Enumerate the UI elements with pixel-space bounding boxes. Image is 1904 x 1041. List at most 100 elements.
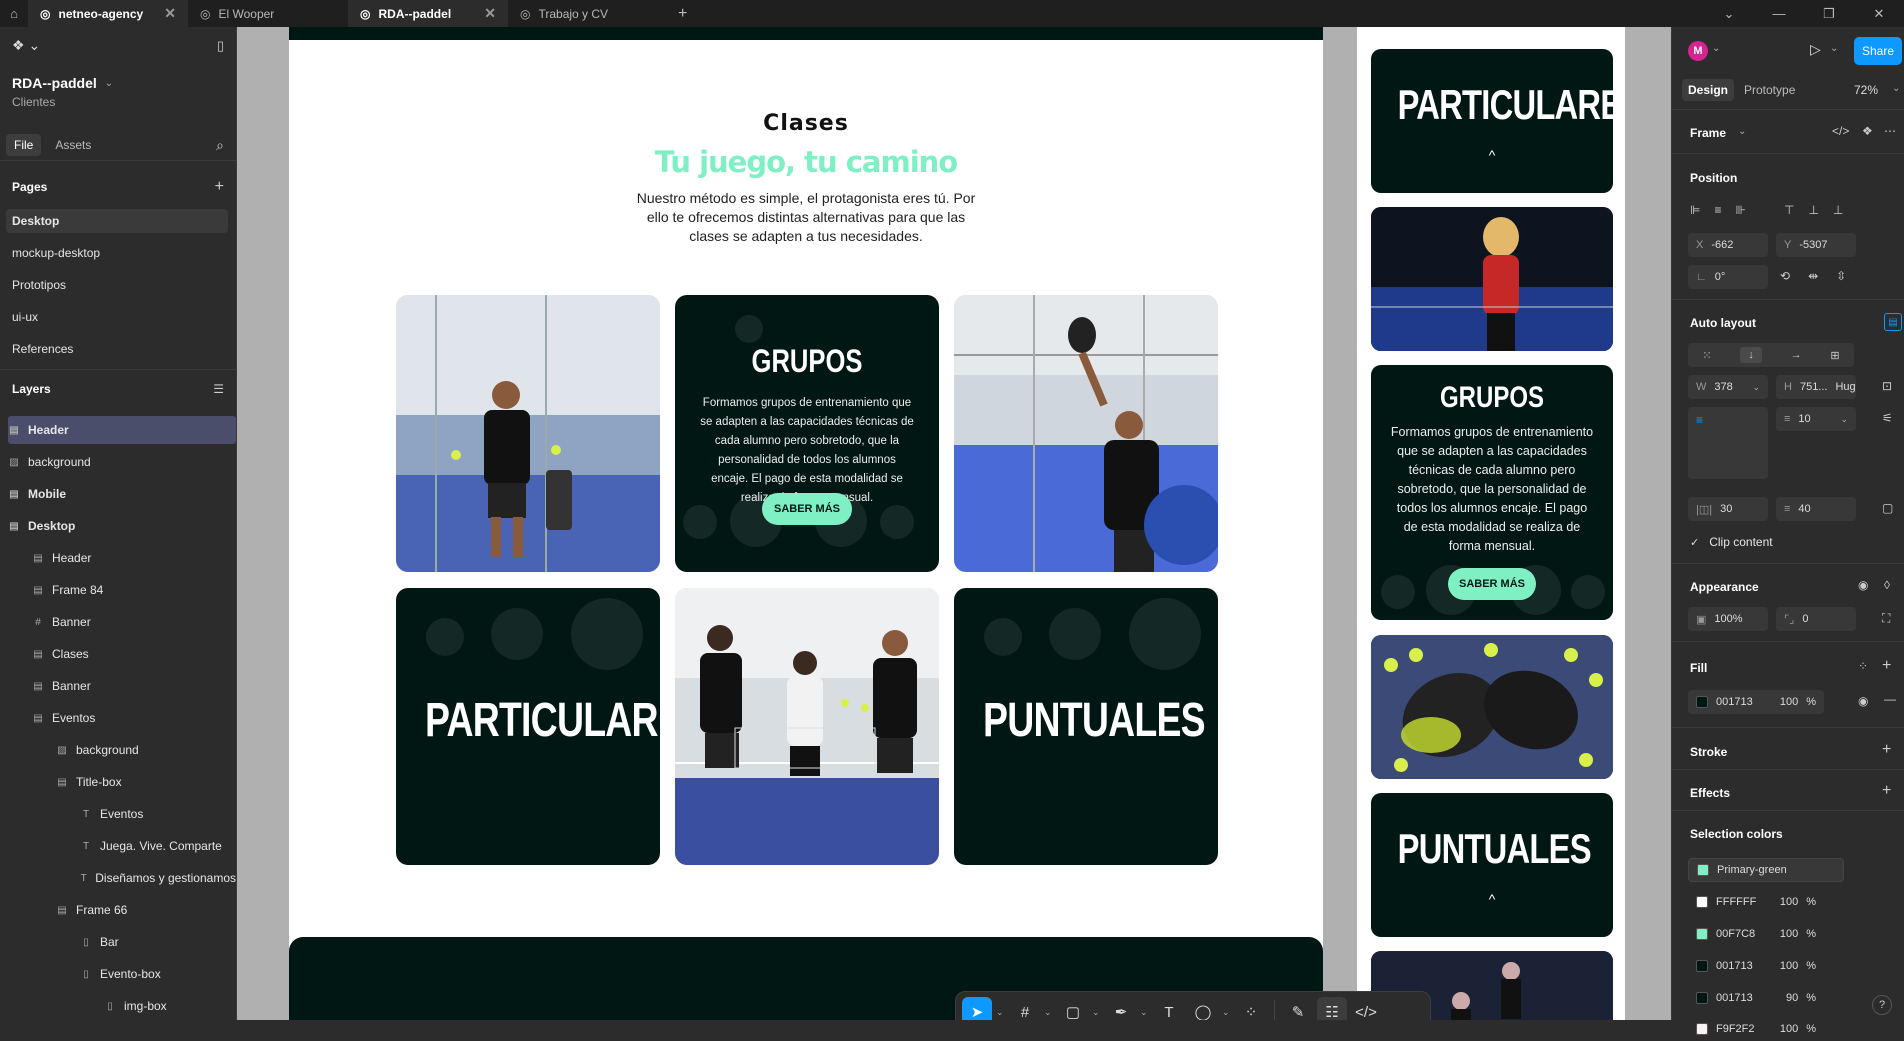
grid-layout-icon[interactable]: ⊞ bbox=[1830, 349, 1839, 362]
add-page-icon[interactable]: + bbox=[215, 178, 224, 196]
mobile-card-grupos[interactable]: GRUPOS Formamos grupos de entrenamiento … bbox=[1371, 365, 1613, 620]
main-menu[interactable]: ❖ ⌄ ▯ bbox=[12, 37, 224, 54]
layer-evento-box[interactable]: ▯ Evento-box bbox=[80, 960, 236, 988]
share-button[interactable]: Share bbox=[1854, 37, 1902, 65]
zoom-level[interactable]: 72% bbox=[1854, 83, 1878, 97]
collapse-layers-icon[interactable]: ☰ bbox=[213, 382, 224, 396]
horizontal-padding-field[interactable]: |◫| 30 bbox=[1688, 497, 1768, 521]
chevron-down-icon[interactable]: ⌄ bbox=[1830, 43, 1838, 54]
minimize-icon[interactable]: — bbox=[1754, 6, 1804, 22]
chevron-down-icon[interactable]: ⌄ bbox=[105, 78, 113, 89]
layer-frame-84[interactable]: ▤ Frame 84 bbox=[32, 576, 236, 604]
layer-disenamos-text[interactable]: T Diseñamos y gestionamos bbox=[80, 864, 236, 892]
comment-tool-icon[interactable]: ◯ bbox=[1188, 997, 1218, 1020]
layer-frame-66[interactable]: ▤ Frame 66 bbox=[56, 896, 236, 924]
rotation-field[interactable]: ∟ 0° bbox=[1688, 265, 1768, 289]
color-swatch[interactable] bbox=[1696, 896, 1708, 908]
selection-color-001713[interactable]: 001713 100 % bbox=[1688, 954, 1824, 978]
saber-mas-button[interactable]: SABER MÁS bbox=[762, 493, 852, 525]
components-tool-icon[interactable]: ⁘ bbox=[1236, 997, 1266, 1020]
tab-rda-paddel[interactable]: ◎ RDA--paddel ✕ bbox=[348, 0, 508, 27]
new-tab-icon[interactable]: + bbox=[668, 5, 697, 23]
code-icon[interactable]: </> bbox=[1832, 124, 1849, 138]
chevron-down-icon[interactable]: ⌄ bbox=[1840, 414, 1848, 425]
corner-radius-field[interactable]: ⌜⌟ 0 bbox=[1776, 607, 1856, 631]
color-swatch[interactable] bbox=[1697, 864, 1709, 876]
rotate-90-icon[interactable]: ⟲ bbox=[1780, 269, 1790, 283]
chevron-down-icon[interactable]: ⌄ bbox=[1704, 6, 1754, 22]
color-swatch[interactable] bbox=[1696, 928, 1708, 940]
frame-label[interactable]: Frame bbox=[1690, 126, 1726, 140]
toggle-sidebar-icon[interactable]: ▯ bbox=[217, 38, 224, 54]
vertical-layout-icon[interactable]: ↓ bbox=[1740, 347, 1762, 363]
layer-header[interactable]: ▤ Header bbox=[8, 416, 236, 444]
text-tool-icon[interactable]: T bbox=[1154, 997, 1184, 1021]
layer-img-box[interactable]: ▯ img-box bbox=[104, 992, 236, 1020]
selection-color-primary-green[interactable]: Primary-green bbox=[1688, 858, 1844, 882]
chevron-down-icon[interactable]: ⌄ bbox=[1044, 1007, 1054, 1018]
selection-color-ffffff[interactable]: FFFFFF 100 % bbox=[1688, 890, 1824, 914]
chevron-down-icon[interactable]: ⌄ bbox=[1712, 43, 1720, 54]
more-icon[interactable]: ⋯ bbox=[1884, 124, 1896, 138]
frame-tool-icon[interactable]: # bbox=[1010, 997, 1040, 1021]
page-ui-ux[interactable]: ui-ux bbox=[6, 305, 228, 329]
close-icon[interactable]: ✕ bbox=[484, 5, 496, 22]
tab-assets[interactable]: Assets bbox=[47, 134, 99, 156]
layer-header-child[interactable]: ▤ Header bbox=[32, 544, 236, 572]
help-icon[interactable]: ? bbox=[1872, 995, 1892, 1015]
opacity-field[interactable]: ▣ 100% bbox=[1688, 607, 1768, 631]
layer-title-box[interactable]: ▤ Title-box bbox=[56, 768, 236, 796]
tab-design[interactable]: Design bbox=[1682, 79, 1735, 101]
chevron-down-icon[interactable]: ⌄ bbox=[1738, 126, 1746, 137]
play-icon[interactable]: ▷ bbox=[1810, 41, 1821, 58]
align-right-icon[interactable]: ⊪ bbox=[1735, 203, 1745, 217]
align-top-icon[interactable]: ⊤ bbox=[1784, 203, 1794, 217]
chevron-down-icon[interactable]: ⌄ bbox=[1752, 382, 1760, 393]
tab-trabajo-y-cv[interactable]: ◎ Trabajo y CV bbox=[508, 0, 668, 27]
wrap-layout-icon[interactable]: ⁙ bbox=[1702, 349, 1711, 362]
align-left-icon[interactable]: ⊫ bbox=[1690, 203, 1700, 217]
mobile-card-puntuales[interactable]: PUNTUALES ^ bbox=[1371, 793, 1613, 937]
styles-icon[interactable]: ⁘ bbox=[1858, 659, 1868, 673]
home-icon[interactable]: ⌂ bbox=[0, 0, 28, 27]
mobile-frame[interactable]: PARTICULARES ^ GRUPOS Formamos grupos de… bbox=[1357, 27, 1625, 1020]
horizontal-layout-icon[interactable]: → bbox=[1791, 349, 1802, 361]
remove-fill-icon[interactable]: — bbox=[1884, 692, 1896, 706]
mobile-saber-mas-button[interactable]: SABER MÁS bbox=[1448, 568, 1536, 600]
page-prototipos[interactable]: Prototipos bbox=[6, 273, 228, 297]
selection-color-f9f2f2[interactable]: F9F2F2 100 % bbox=[1688, 1017, 1824, 1041]
search-icon[interactable]: ⌕ bbox=[216, 137, 224, 154]
page-desktop[interactable]: Desktop bbox=[6, 209, 228, 233]
selection-color-001713-90[interactable]: 001713 90 % bbox=[1688, 986, 1824, 1010]
add-effect-icon[interactable]: + bbox=[1882, 782, 1891, 800]
color-swatch[interactable] bbox=[1696, 992, 1708, 1004]
figma-logo-icon[interactable]: ❖ ⌄ bbox=[12, 37, 40, 54]
blend-mode-icon[interactable]: ◊ bbox=[1884, 578, 1890, 592]
page-mockup-desktop[interactable]: mockup-desktop bbox=[6, 241, 228, 265]
card-puntuales[interactable]: PUNTUALES bbox=[954, 588, 1218, 865]
visibility-icon[interactable]: ◉ bbox=[1858, 694, 1868, 708]
card-particulares[interactable]: PARTICULARES bbox=[396, 588, 660, 865]
independent-corners-icon[interactable]: ⛶ bbox=[1882, 611, 1890, 626]
individual-padding-icon[interactable]: ▢ bbox=[1882, 501, 1893, 515]
layer-eventos-background[interactable]: ▨ background bbox=[56, 736, 236, 764]
add-fill-icon[interactable]: + bbox=[1882, 657, 1891, 675]
layer-bar[interactable]: ▯ Bar bbox=[80, 928, 236, 956]
page-references[interactable]: References bbox=[6, 337, 228, 361]
design-mode-icon[interactable]: ☷ bbox=[1317, 997, 1347, 1020]
rectangle-tool-icon[interactable]: ▢ bbox=[1058, 997, 1088, 1020]
flip-vertical-icon[interactable]: ⇳ bbox=[1836, 269, 1846, 283]
layer-mobile[interactable]: ▤ Mobile bbox=[8, 480, 236, 508]
close-icon[interactable]: ✕ bbox=[164, 5, 176, 22]
gap-field[interactable]: ≡ 10 ⌄ bbox=[1776, 407, 1856, 431]
align-bottom-icon[interactable]: ⊥ bbox=[1833, 203, 1843, 217]
restore-icon[interactable]: ❐ bbox=[1804, 6, 1854, 22]
close-window-icon[interactable]: ✕ bbox=[1854, 6, 1904, 22]
tab-prototype[interactable]: Prototype bbox=[1744, 83, 1795, 97]
layer-eventos[interactable]: ▤ Eventos bbox=[32, 704, 236, 732]
vertical-padding-field[interactable]: ≡ 40 bbox=[1776, 497, 1856, 521]
tab-file[interactable]: File bbox=[6, 134, 42, 156]
chevron-up-icon[interactable]: ^ bbox=[1371, 147, 1613, 163]
layer-background[interactable]: ▨ background bbox=[8, 448, 236, 476]
x-position-field[interactable]: X -662 bbox=[1688, 233, 1768, 257]
